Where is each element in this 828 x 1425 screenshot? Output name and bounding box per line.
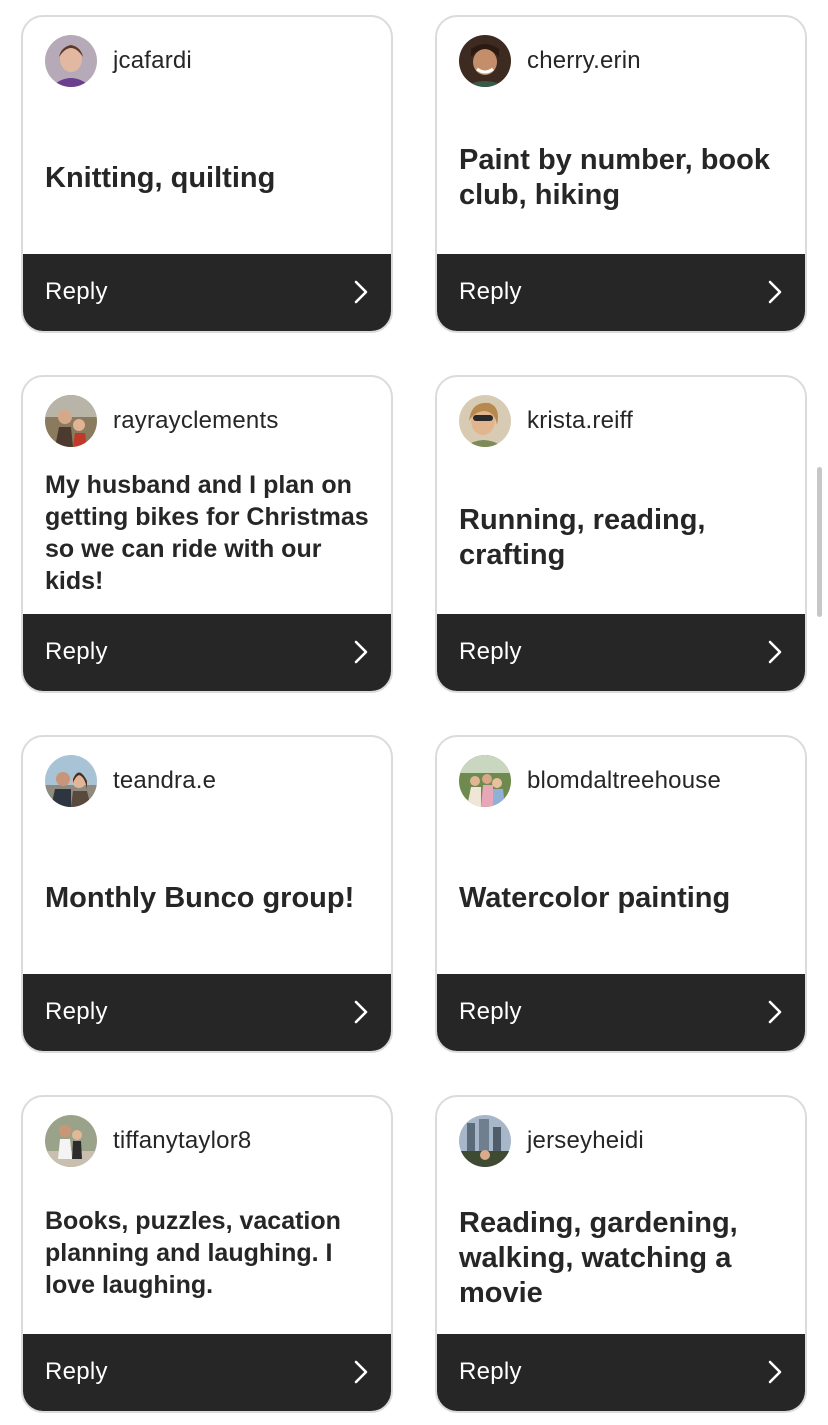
username[interactable]: jerseyheidi — [527, 1127, 644, 1155]
avatar[interactable] — [45, 755, 97, 807]
username[interactable]: blomdaltreehouse — [527, 767, 721, 795]
chevron-right-icon — [353, 280, 369, 304]
reply-label: Reply — [459, 1358, 522, 1386]
username[interactable]: cherry.erin — [527, 47, 641, 75]
avatar[interactable] — [459, 755, 511, 807]
question-reply-card: tiffanytaylor8 Books, puzzles, vacation … — [21, 1095, 393, 1413]
message-text: Running, reading, crafting — [459, 504, 706, 572]
reply-button[interactable]: Reply — [437, 613, 805, 691]
chevron-right-icon — [767, 640, 783, 664]
reply-label: Reply — [45, 998, 108, 1026]
message-text: Paint by number, book club, hiking — [459, 144, 770, 212]
question-reply-card: rayrayclements My husband and I plan on … — [21, 375, 393, 693]
chevron-right-icon — [353, 640, 369, 664]
card-header: tiffanytaylor8 — [45, 1115, 251, 1167]
question-reply-card: jerseyheidi Reading, gardening, walking,… — [435, 1095, 807, 1413]
card-content: jerseyheidi Reading, gardening, walking,… — [437, 1097, 805, 1334]
reply-button[interactable]: Reply — [437, 253, 805, 331]
card-content: cherry.erin Paint by number, book club, … — [437, 17, 805, 254]
reply-label: Reply — [45, 278, 108, 306]
message-text: Knitting, quilting — [45, 161, 276, 194]
question-reply-card: blomdaltreehouse Watercolor painting Rep… — [435, 735, 807, 1053]
card-content: blomdaltreehouse Watercolor painting — [437, 737, 805, 974]
reply-label: Reply — [459, 638, 522, 666]
username[interactable]: rayrayclements — [113, 407, 279, 435]
reply-button[interactable]: Reply — [437, 1333, 805, 1411]
chevron-right-icon — [353, 1000, 369, 1024]
avatar[interactable] — [459, 35, 511, 87]
chevron-right-icon — [767, 280, 783, 304]
scrollbar[interactable] — [817, 467, 822, 617]
reply-button[interactable]: Reply — [23, 1333, 391, 1411]
username[interactable]: krista.reiff — [527, 407, 633, 435]
card-header: jerseyheidi — [459, 1115, 644, 1167]
reply-label: Reply — [459, 278, 522, 306]
reply-label: Reply — [459, 998, 522, 1026]
avatar[interactable] — [45, 1115, 97, 1167]
message-text: Books, puzzles, vacation planning and la… — [45, 1207, 341, 1299]
username[interactable]: jcafardi — [113, 47, 192, 75]
chevron-right-icon — [767, 1360, 783, 1384]
reply-label: Reply — [45, 638, 108, 666]
card-header: blomdaltreehouse — [459, 755, 721, 807]
question-reply-card: cherry.erin Paint by number, book club, … — [435, 15, 807, 333]
message-text: Reading, gardening, walking, watching a … — [459, 1206, 738, 1309]
avatar[interactable] — [459, 1115, 511, 1167]
card-content: teandra.e Monthly Bunco group! — [23, 737, 391, 974]
reply-card-grid: jcafardi Knitting, quilting Reply cherry… — [21, 15, 807, 1413]
card-content: jcafardi Knitting, quilting — [23, 17, 391, 254]
page: jcafardi Knitting, quilting Reply cherry… — [0, 0, 828, 1425]
username[interactable]: teandra.e — [113, 767, 216, 795]
chevron-right-icon — [767, 1000, 783, 1024]
message-text: My husband and I plan on getting bikes f… — [45, 471, 369, 595]
avatar[interactable] — [45, 35, 97, 87]
card-header: krista.reiff — [459, 395, 633, 447]
card-header: teandra.e — [45, 755, 216, 807]
reply-label: Reply — [45, 1358, 108, 1386]
reply-button[interactable]: Reply — [437, 973, 805, 1051]
avatar[interactable] — [459, 395, 511, 447]
card-header: cherry.erin — [459, 35, 641, 87]
username[interactable]: tiffanytaylor8 — [113, 1127, 251, 1155]
question-reply-card: krista.reiff Running, reading, crafting … — [435, 375, 807, 693]
avatar[interactable] — [45, 395, 97, 447]
card-header: jcafardi — [45, 35, 192, 87]
message-text: Monthly Bunco group! — [45, 881, 355, 914]
reply-button[interactable]: Reply — [23, 613, 391, 691]
reply-button[interactable]: Reply — [23, 253, 391, 331]
card-header: rayrayclements — [45, 395, 279, 447]
reply-button[interactable]: Reply — [23, 973, 391, 1051]
card-content: rayrayclements My husband and I plan on … — [23, 377, 391, 614]
chevron-right-icon — [353, 1360, 369, 1384]
card-content: tiffanytaylor8 Books, puzzles, vacation … — [23, 1097, 391, 1334]
question-reply-card: jcafardi Knitting, quilting Reply — [21, 15, 393, 333]
question-reply-card: teandra.e Monthly Bunco group! Reply — [21, 735, 393, 1053]
card-content: krista.reiff Running, reading, crafting — [437, 377, 805, 614]
message-text: Watercolor painting — [459, 881, 731, 914]
